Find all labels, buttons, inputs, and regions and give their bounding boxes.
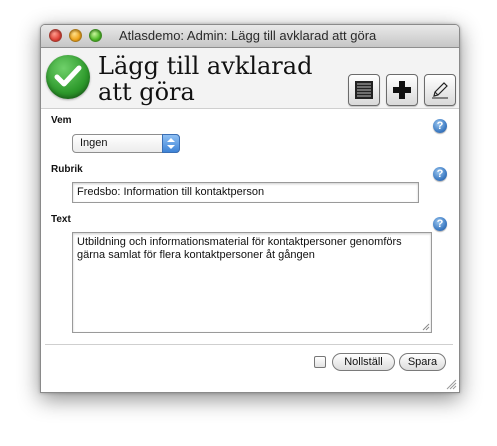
close-window-button[interactable] [49,29,62,42]
text-value: Utbildning och informationsmaterial för … [77,236,402,261]
zoom-window-button[interactable] [89,29,102,42]
divider [45,344,453,345]
window-resize-grip-icon[interactable] [446,379,457,390]
checkmark-icon [46,55,90,99]
reset-button[interactable]: Nollställ [332,353,395,371]
add-button[interactable] [386,74,418,106]
help-glyph: ? [436,120,444,132]
vem-selected-value: Ingen [80,137,108,149]
help-icon[interactable]: ? [433,119,447,133]
window-titlebar[interactable]: Atlasdemo: Admin: Lägg till avklarad att… [41,25,459,48]
vem-select[interactable]: Ingen [72,134,180,153]
help-icon[interactable]: ? [433,167,447,181]
save-button[interactable]: Spara [399,353,446,371]
select-arrows-icon [162,134,180,153]
help-icon[interactable]: ? [433,217,447,231]
page-title: Lägg till avklarad att göra [98,52,313,106]
rubrik-value: Fredsbo: Information till kontaktperson [77,186,265,198]
help-glyph: ? [436,218,444,230]
vem-label: Vem [51,115,72,126]
window-title: Atlasdemo: Admin: Lägg till avklarad att… [119,28,377,43]
rubrik-label: Rubrik [51,164,83,175]
resize-handle-icon[interactable] [422,323,430,331]
option-checkbox[interactable] [314,356,326,368]
list-button[interactable] [348,74,380,106]
page-header: Lägg till avklarad att göra [41,48,459,109]
app-window: Atlasdemo: Admin: Lägg till avklarad att… [40,24,460,393]
edit-button[interactable] [424,74,456,106]
text-label: Text [51,214,71,225]
minimize-window-button[interactable] [69,29,82,42]
text-textarea[interactable]: Utbildning och informationsmaterial för … [72,232,432,333]
help-glyph: ? [436,168,444,180]
rubrik-input[interactable]: Fredsbo: Information till kontaktperson [72,182,419,203]
